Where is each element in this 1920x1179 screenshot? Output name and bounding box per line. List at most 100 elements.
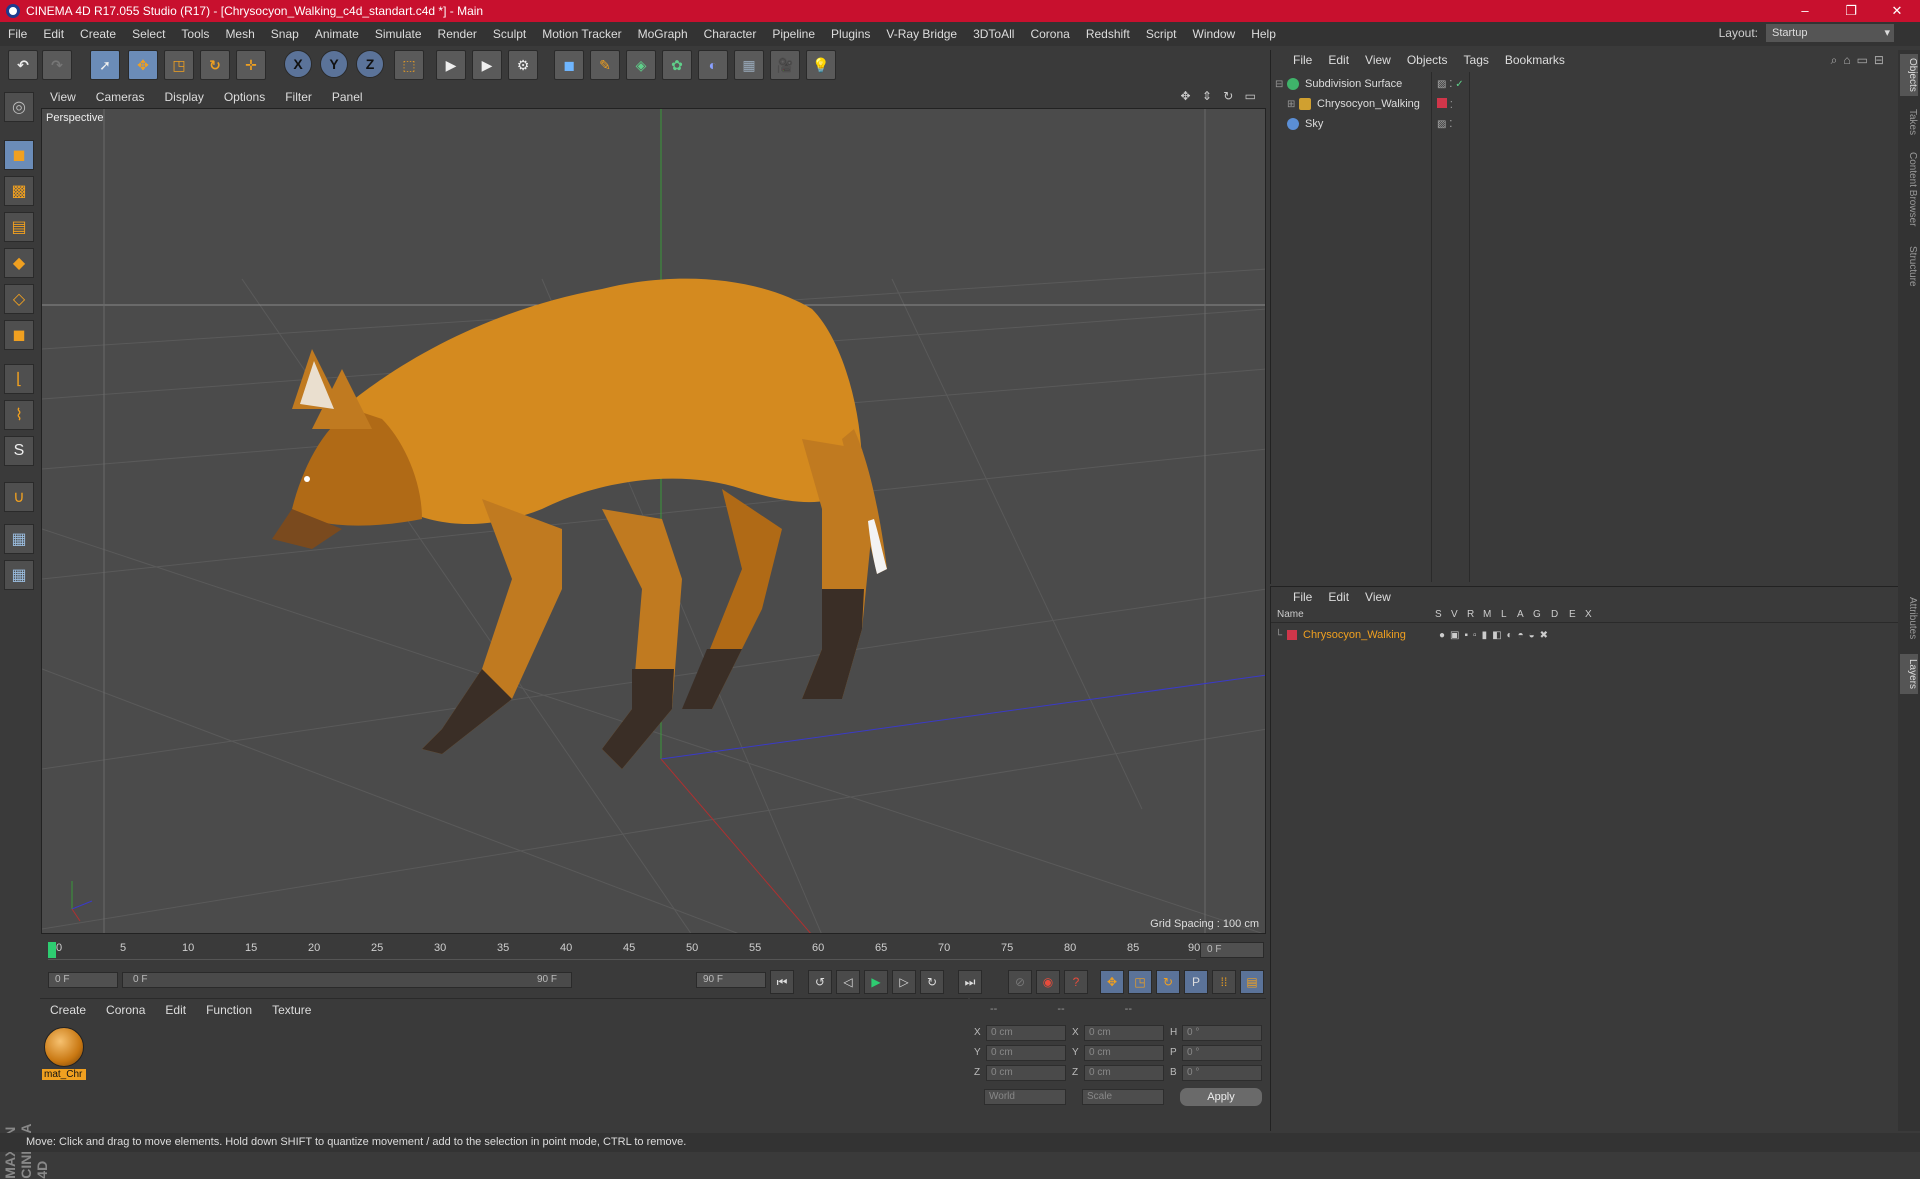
camera-icon[interactable]: 🎥: [770, 50, 800, 80]
redo-icon[interactable]: ↷: [42, 50, 72, 80]
close-button[interactable]: ✕: [1874, 0, 1920, 22]
rotation-p-field[interactable]: 0 °: [1182, 1045, 1262, 1061]
deformer-icon[interactable]: ◐: [698, 50, 728, 80]
position-z-field[interactable]: 0 cm: [986, 1065, 1066, 1081]
tab-structure[interactable]: Structure: [1900, 240, 1918, 292]
object-menu-objects[interactable]: Objects: [1399, 53, 1456, 67]
record-active-icon[interactable]: ◉: [1036, 970, 1060, 994]
menu-character[interactable]: Character: [696, 27, 765, 41]
size-y-field[interactable]: 0 cm: [1084, 1045, 1164, 1061]
object-menu-bookmarks[interactable]: Bookmarks: [1497, 53, 1573, 67]
step-back-icon[interactable]: ◁: [836, 970, 860, 994]
grid-icon[interactable]: ▦: [4, 560, 34, 590]
go-to-start-icon[interactable]: ⏮: [770, 970, 794, 994]
object-menu-file[interactable]: File: [1285, 53, 1320, 67]
viewport-nav-icons[interactable]: ✥ ⇕ ↻ ▭: [1180, 89, 1260, 103]
timeline-window-icon[interactable]: ▤: [1240, 970, 1264, 994]
y-axis-lock-icon[interactable]: Y: [320, 50, 348, 78]
object-manager-search-icon[interactable]: ⌕⌂▭⊟: [1831, 53, 1890, 68]
key-scale-icon[interactable]: ◳: [1128, 970, 1152, 994]
layer-column-name[interactable]: Name: [1277, 609, 1304, 620]
object-menu-view[interactable]: View: [1357, 53, 1399, 67]
position-x-field[interactable]: 0 cm: [986, 1025, 1066, 1041]
subdivision-icon[interactable]: ◈: [626, 50, 656, 80]
record-keys-disabled-icon[interactable]: ⊘: [1008, 970, 1032, 994]
timeline[interactable]: 0 5 10 15 20 25 30 35 40 45 50 55 60 65 …: [40, 936, 1266, 964]
undo-icon[interactable]: ↶: [8, 50, 38, 80]
menu-sculpt[interactable]: Sculpt: [485, 27, 534, 41]
material-menu-corona[interactable]: Corona: [96, 1003, 155, 1017]
current-frame-field[interactable]: 0 F: [1200, 942, 1264, 958]
apply-button[interactable]: Apply: [1180, 1088, 1262, 1106]
select-tool-icon[interactable]: ➚: [90, 50, 120, 80]
workplane-mode-icon[interactable]: ▤: [4, 212, 34, 242]
tab-content-browser[interactable]: Content Browser: [1900, 148, 1918, 230]
layer-column-generators[interactable]: G: [1533, 609, 1541, 620]
object-menu-tags[interactable]: Tags: [1456, 53, 1497, 67]
viewport-menu-filter[interactable]: Filter: [275, 90, 322, 104]
key-rotation-icon[interactable]: ↻: [1156, 970, 1180, 994]
size-z-field[interactable]: 0 cm: [1084, 1065, 1164, 1081]
visibility-dots-icon[interactable]: ▨ ⁚ ✓: [1437, 79, 1464, 90]
menu-animate[interactable]: Animate: [307, 27, 367, 41]
layer-row-chrysocyon-walking[interactable]: └ Chrysocyon_Walking ●▣▪▫▮◧◐◓◒✖: [1275, 627, 1895, 643]
tweak-mode-icon[interactable]: ⌇: [4, 400, 34, 430]
go-to-next-key-icon[interactable]: ↻: [920, 970, 944, 994]
layer-column-xref[interactable]: X: [1585, 609, 1592, 620]
solo-mode-icon[interactable]: S: [4, 436, 34, 466]
layer-column-render[interactable]: R: [1467, 609, 1474, 620]
menu-tools[interactable]: Tools: [173, 27, 217, 41]
texture-mode-icon[interactable]: ▩: [4, 176, 34, 206]
object-row-sky[interactable]: Sky ▨ ⁚: [1275, 114, 1895, 134]
menu-help[interactable]: Help: [1243, 27, 1284, 41]
menu-script[interactable]: Script: [1138, 27, 1185, 41]
coordinate-space-dropdown[interactable]: World: [984, 1089, 1066, 1105]
key-pla-icon[interactable]: ⁞⁞: [1212, 970, 1236, 994]
rotate-tool-icon[interactable]: ↻: [200, 50, 230, 80]
layer-column-locked[interactable]: L: [1501, 609, 1507, 620]
menu-file[interactable]: File: [0, 27, 35, 41]
cube-icon[interactable]: ◼: [554, 50, 584, 80]
key-param-icon[interactable]: P: [1184, 970, 1208, 994]
size-x-field[interactable]: 0 cm: [1084, 1025, 1164, 1041]
menu-render[interactable]: Render: [430, 27, 485, 41]
viewport-perspective[interactable]: Perspective Grid Spacing : 100 cm: [41, 108, 1266, 934]
tab-attributes[interactable]: Attributes: [1900, 590, 1918, 646]
material-menu-edit[interactable]: Edit: [155, 1003, 196, 1017]
layer-column-solo[interactable]: S: [1435, 609, 1442, 620]
menu-vray-bridge[interactable]: V-Ray Bridge: [878, 27, 965, 41]
menu-3dtoall[interactable]: 3DToAll: [965, 27, 1022, 41]
tab-takes[interactable]: Takes: [1900, 104, 1918, 140]
layer-menu-edit[interactable]: Edit: [1320, 590, 1357, 604]
render-view-icon[interactable]: ▶: [436, 50, 466, 80]
frame-range-slider[interactable]: 0 F 90 F: [122, 972, 572, 988]
menu-snap[interactable]: Snap: [263, 27, 307, 41]
step-forward-icon[interactable]: ▷: [892, 970, 916, 994]
move-tool-icon[interactable]: ✥: [128, 50, 158, 80]
visibility-dots-icon[interactable]: ▨ ⁚: [1437, 119, 1452, 130]
go-to-previous-key-icon[interactable]: ↺: [808, 970, 832, 994]
workplane-lock-icon[interactable]: ▦: [4, 524, 34, 554]
size-mode-dropdown[interactable]: Scale: [1082, 1089, 1164, 1105]
position-y-field[interactable]: 0 cm: [986, 1045, 1066, 1061]
timeline-ruler[interactable]: 0 5 10 15 20 25 30 35 40 45 50 55 60 65 …: [48, 940, 1200, 960]
layer-column-animation[interactable]: A: [1517, 609, 1524, 620]
play-icon[interactable]: ▶: [864, 970, 888, 994]
mograph-cloner-icon[interactable]: ✿: [662, 50, 692, 80]
start-frame-field[interactable]: 0 F: [48, 972, 118, 988]
edges-mode-icon[interactable]: ◇: [4, 284, 34, 314]
render-picture-viewer-icon[interactable]: ▶: [472, 50, 502, 80]
maximize-button[interactable]: ❐: [1828, 0, 1874, 22]
points-mode-icon[interactable]: ◆: [4, 248, 34, 278]
layer-menu-view[interactable]: View: [1357, 590, 1399, 604]
viewport-menu-panel[interactable]: Panel: [322, 90, 373, 104]
make-editable-icon[interactable]: ◎: [4, 92, 34, 122]
autokey-icon[interactable]: ?: [1064, 970, 1088, 994]
menu-mograph[interactable]: MoGraph: [630, 27, 696, 41]
key-position-icon[interactable]: ✥: [1100, 970, 1124, 994]
layer-column-expressions[interactable]: E: [1569, 609, 1576, 620]
material-menu-texture[interactable]: Texture: [262, 1003, 321, 1017]
layer-column-deformers[interactable]: D: [1551, 609, 1558, 620]
layer-color-swatch[interactable]: [1287, 630, 1297, 640]
polygons-mode-icon[interactable]: ◼: [4, 320, 34, 350]
